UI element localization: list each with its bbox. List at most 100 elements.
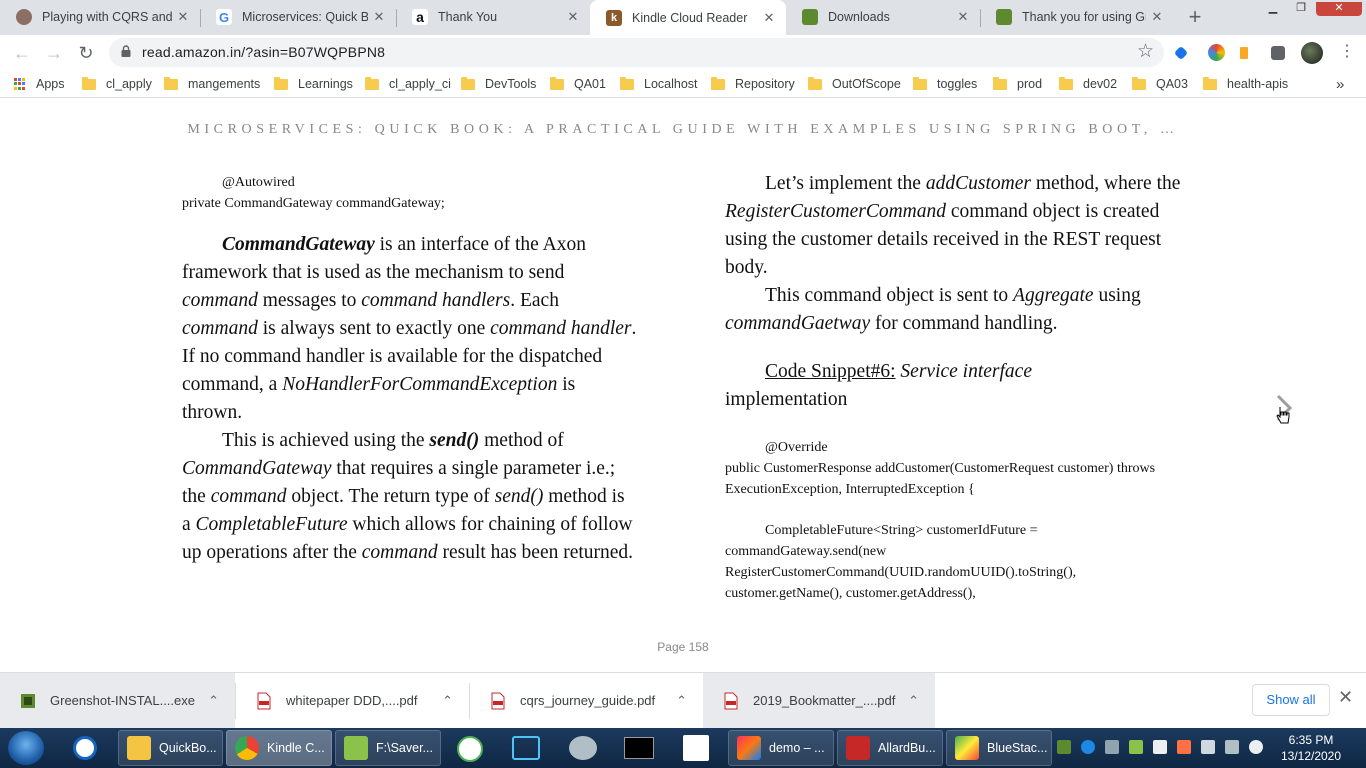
bookmark-folder[interactable]: Learnings	[274, 74, 353, 94]
pdf-file-icon	[257, 692, 271, 709]
system-clock[interactable]: 6:35 PM 13/12/2020	[1276, 732, 1346, 764]
address-bar[interactable]: read.amazon.in/?asin=B07WQPBPN8 ☆	[109, 38, 1164, 67]
kindle-icon: k	[606, 9, 622, 26]
greenshot-tray-icon[interactable]	[1057, 740, 1071, 754]
flag-icon[interactable]	[1201, 740, 1215, 754]
tab-kindle-cloud-reader[interactable]: k Kindle Cloud Reader ✕	[590, 0, 786, 35]
document-app-icon[interactable]	[683, 735, 709, 761]
show-all-button[interactable]: Show all	[1252, 684, 1330, 716]
menu-kebab-icon[interactable]: ⋮	[1339, 41, 1355, 61]
bookmark-folder[interactable]: DevTools	[461, 74, 536, 94]
tab-downloads[interactable]: Downloads ✕	[786, 0, 980, 34]
download-item[interactable]: cqrs_journey_guide.pdf ⌃	[470, 673, 703, 728]
bookmark-folder[interactable]: QA01	[550, 74, 606, 94]
notepad-icon	[344, 736, 368, 760]
bookmark-folder[interactable]: dev02	[1059, 74, 1117, 94]
tab-microservices-quick-book[interactable]: G Microservices: Quick Boo ✕	[200, 0, 396, 34]
color-picker-extension-icon[interactable]	[1208, 44, 1225, 61]
maximize-button[interactable]: ❐	[1288, 2, 1314, 16]
tab-playing-with-cqrs[interactable]: Playing with CQRS and E ✕	[0, 0, 200, 34]
minimize-button[interactable]: ▁	[1260, 2, 1286, 16]
folder-icon	[993, 76, 1007, 90]
taskbar-item-bluestacks[interactable]: BlueStac...	[946, 730, 1052, 766]
taskbar-item-chrome[interactable]: Kindle C...	[226, 730, 332, 766]
back-button[interactable]: ←	[10, 41, 34, 65]
chevron-up-icon[interactable]: ⌃	[908, 693, 919, 709]
bookmark-label: QA03	[1156, 77, 1188, 91]
pinned-app-icon[interactable]	[73, 736, 97, 760]
start-button[interactable]	[8, 731, 44, 765]
extension-icon[interactable]	[1240, 47, 1248, 59]
close-icon[interactable]: ✕	[758, 10, 780, 26]
download-item[interactable]: 2019_Bookmatter_....pdf ⌃	[703, 673, 935, 728]
bookmark-folder[interactable]: Repository	[711, 74, 795, 94]
bookmark-apps[interactable]: Apps	[14, 74, 65, 94]
close-icon[interactable]: ✕	[172, 9, 194, 25]
bookmark-folder[interactable]: QA03	[1132, 74, 1188, 94]
bookmark-folder[interactable]: cl_apply	[82, 74, 152, 94]
terminal-icon[interactable]	[624, 737, 654, 759]
close-icon[interactable]: ✕	[368, 9, 390, 25]
bookmark-folder[interactable]: cl_apply_ci	[365, 74, 451, 94]
close-icon[interactable]: ✕	[952, 9, 974, 25]
forward-button[interactable]: →	[42, 41, 66, 65]
windows-taskbar: QuickBo... Kindle C... F:\Saver... demo …	[0, 728, 1366, 768]
editor-app-icon[interactable]	[512, 736, 540, 760]
bookmarks-overflow-button[interactable]: »	[1336, 74, 1344, 94]
close-window-button[interactable]: ✕	[1316, 2, 1362, 16]
bookmark-folder[interactable]: mangements	[164, 74, 260, 94]
code-line: public CustomerResponse addCustomer(Cust…	[725, 461, 1156, 497]
download-item[interactable]: whitepaper DDD,....pdf ⌃	[236, 673, 469, 728]
volume-icon[interactable]	[1249, 740, 1263, 754]
tab-thank-you-greenshot[interactable]: Thank you for using Gre ✕	[980, 0, 1174, 34]
paragraph: Let’s implement the addCustomer method, …	[725, 173, 1181, 278]
pdf-icon	[846, 736, 870, 760]
snippet-heading: Code Snippet#6: Service interface impleme…	[725, 361, 1032, 410]
pdf-file-icon	[724, 692, 738, 709]
reload-button[interactable]: ↻	[74, 41, 98, 65]
bookmark-folder[interactable]: prod	[993, 74, 1042, 94]
chevron-up-icon[interactable]: ⌃	[676, 693, 687, 709]
downloads-bar: Greenshot-INSTAL....exe ⌃ whitepaper DDD…	[0, 672, 1366, 728]
tray-app-icon[interactable]	[1129, 740, 1143, 754]
greenshot-icon	[996, 9, 1012, 25]
bookmark-folder[interactable]: toggles	[913, 74, 977, 94]
close-icon[interactable]: ✕	[1146, 9, 1168, 25]
chevron-up-icon[interactable]: ⌃	[442, 693, 453, 709]
tray-app-icon[interactable]	[1177, 740, 1191, 754]
taskbar-item-pdf[interactable]: AllardBu...	[837, 730, 943, 766]
taskbar-label: demo – ...	[769, 741, 825, 755]
taskbar-item-explorer[interactable]: QuickBo...	[118, 730, 223, 766]
taskbar-item-intellij[interactable]: demo – ...	[728, 730, 834, 766]
shield-icon[interactable]	[1105, 740, 1119, 754]
eyedropper-extension-icon[interactable]	[1173, 45, 1189, 61]
url-text: read.amazon.in/?asin=B07WQPBPN8	[142, 44, 386, 60]
folder-icon	[550, 76, 564, 90]
folder-icon	[365, 76, 379, 90]
greenshot-icon	[802, 9, 818, 25]
profile-avatar[interactable]	[1301, 42, 1323, 64]
clock-app-icon[interactable]	[457, 736, 483, 762]
network-icon[interactable]	[1153, 740, 1167, 754]
display-icon[interactable]	[1225, 740, 1239, 754]
bookmark-folder[interactable]: OutOfScope	[808, 74, 901, 94]
bookmarks-bar: Apps cl_apply mangements Learnings cl_ap…	[0, 70, 1366, 98]
greenshot-file-icon	[21, 693, 35, 708]
tray-app-icon[interactable]	[1081, 740, 1095, 754]
bookmark-folder[interactable]: health-apis	[1203, 74, 1288, 94]
new-tab-button[interactable]: +	[1181, 4, 1209, 30]
tab-thank-you[interactable]: a Thank You ✕	[396, 0, 590, 34]
download-item[interactable]: Greenshot-INSTAL....exe ⌃	[0, 673, 235, 728]
close-icon[interactable]: ✕	[562, 9, 584, 25]
bookmark-label: Apps	[36, 77, 65, 91]
puzzle-extensions-icon[interactable]	[1271, 46, 1285, 60]
pdf-file-icon	[491, 692, 505, 709]
bookmark-folder[interactable]: Localhost	[620, 74, 698, 94]
tab-title: Thank you for using Gre	[1022, 10, 1146, 24]
bookmark-star-icon[interactable]: ☆	[1137, 40, 1154, 63]
folder-icon	[620, 76, 634, 90]
snipping-tool-icon[interactable]	[569, 736, 597, 760]
taskbar-item-notepad[interactable]: F:\Saver...	[335, 730, 441, 766]
chevron-up-icon[interactable]: ⌃	[208, 693, 219, 709]
close-icon[interactable]: ✕	[1338, 687, 1353, 708]
